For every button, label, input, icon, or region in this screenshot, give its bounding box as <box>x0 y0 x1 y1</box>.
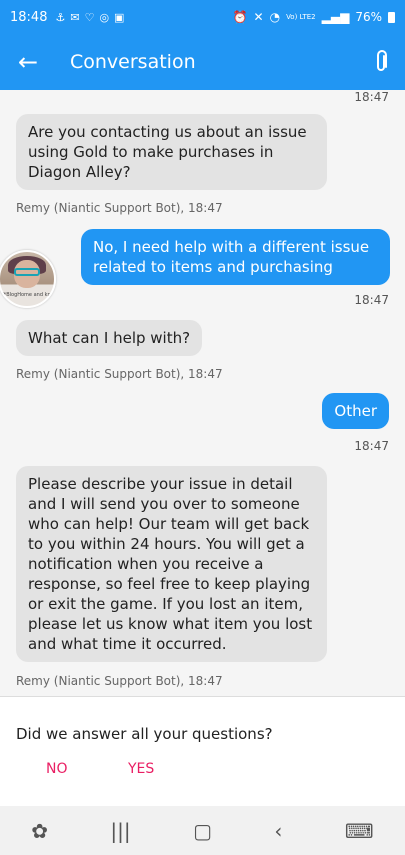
message-time: 18:47 <box>354 439 389 453</box>
network-label: Vo) LTE2 <box>286 13 316 21</box>
feedback-panel: Did we answer all your questions? NO YES <box>0 696 405 806</box>
yes-button[interactable]: YES <box>128 761 154 777</box>
keyboard-icon[interactable]: ⌨ <box>345 819 374 843</box>
back-button[interactable]: ← <box>0 48 56 76</box>
battery-icon <box>388 11 395 23</box>
messenger-icon: ◎ <box>99 10 110 24</box>
status-time: 18:48 <box>10 9 48 25</box>
notification-icon: ⚓ <box>55 10 66 24</box>
message-sender: Remy (Niantic Support Bot), 18:47 <box>16 674 223 688</box>
mute-icon: ✕ <box>253 10 264 24</box>
avatar-caption: #BlogHome and knit <box>2 292 55 298</box>
message-timestamp: 18:47 <box>354 90 389 104</box>
navigation-bar: ✿ ||| ▢ ‹ ⌨ <box>0 806 405 855</box>
conversation[interactable]: 18:47 Are you contacting us about an iss… <box>0 90 405 696</box>
message-sender: Remy (Niantic Support Bot), 18:47 <box>16 201 223 215</box>
home-icon[interactable]: ▢ <box>193 819 212 843</box>
status-bar: 18:48 ⚓ ✉ ♡ ◎ ▣ ⏰ ✕ ◔ Vo) LTE2 ▂▄▆ 76% <box>0 0 405 34</box>
user-avatar: #BlogHome and knit <box>0 250 56 308</box>
recent-apps-icon[interactable]: ||| <box>110 819 130 843</box>
incoming-message: What can I help with? <box>16 320 203 356</box>
paperclip-icon <box>377 50 387 71</box>
incoming-message: Are you contacting us about an issue usi… <box>16 114 327 190</box>
signal-icon: ▂▄▆ <box>321 10 350 24</box>
message-sender: Remy (Niantic Support Bot), 18:47 <box>16 367 223 381</box>
no-button[interactable]: NO <box>46 761 68 777</box>
gallery-icon: ▣ <box>114 10 125 24</box>
alarm-icon: ⏰ <box>232 10 248 24</box>
message-time: 18:47 <box>354 293 389 307</box>
feedback-question: Did we answer all your questions? <box>16 725 273 743</box>
heart-icon: ♡ <box>84 10 95 24</box>
wifi-icon: ◔ <box>269 10 281 24</box>
outgoing-message: Other <box>322 393 389 429</box>
back-icon[interactable]: ‹ <box>274 819 282 843</box>
outgoing-message: No, I need help with a different issue r… <box>81 229 390 285</box>
notification-icons: ⚓ ✉ ♡ ◎ ▣ <box>55 11 124 24</box>
attach-button[interactable] <box>357 50 405 74</box>
incoming-message: Please describe your issue in detail and… <box>16 466 327 662</box>
app-bar: ← Conversation <box>0 34 405 90</box>
page-title: Conversation <box>70 51 196 73</box>
mail-icon: ✉ <box>70 10 80 24</box>
status-right: ⏰ ✕ ◔ Vo) LTE2 ▂▄▆ 76% <box>233 10 395 24</box>
battery-text: 76% <box>355 10 382 24</box>
game-tools-icon[interactable]: ✿ <box>31 819 48 843</box>
arrow-left-icon: ← <box>17 48 39 76</box>
